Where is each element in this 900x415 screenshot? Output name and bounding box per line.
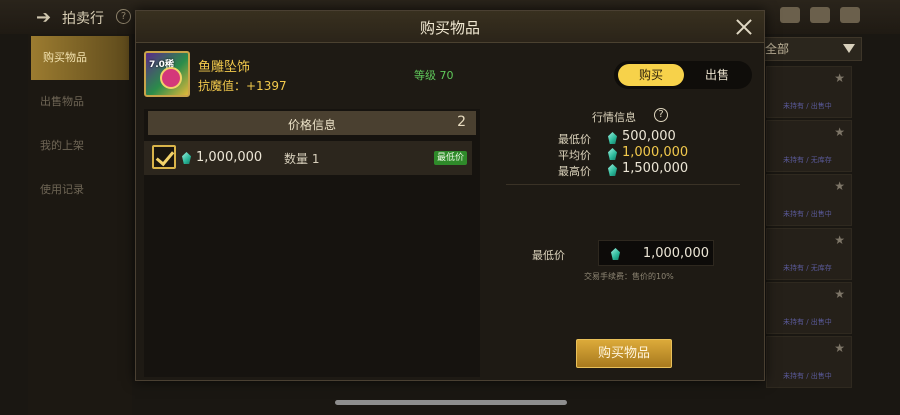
sidebar-item-buy[interactable]: 购买物品 [31,36,129,80]
market-low-value: 500,000 [622,129,676,144]
gem-currency-icon [611,248,620,260]
price-info-header: 价格信息 2 [148,111,476,135]
buy-item-button[interactable]: 购买物品 [576,339,672,368]
buy-sell-toggle: 购买 出售 [614,61,752,89]
item-icon: 7.0稀 [144,51,190,97]
dialog-title: 购买物品 [419,19,480,37]
star-icon[interactable]: ★ [834,233,845,247]
price-info-title: 价格信息 [287,118,336,132]
gem-currency-icon [608,132,617,144]
star-icon[interactable]: ★ [834,341,845,355]
help-icon[interactable]: ? [116,9,131,24]
buy-item-dialog: 购买物品 7.0稀 鱼雕坠饰 抗魔值：+1397 等级 70 购买 出售 价格信… [135,10,765,381]
market-avg-value: 1,000,000 [622,145,689,160]
item-status: 未持有 / 出售中 [783,372,832,380]
buy-tab[interactable]: 购买 [618,64,684,86]
price-info-panel: 价格信息 2 1,000,000 数量 1 最低价 [144,109,480,377]
chat-icon[interactable] [840,7,860,23]
item-status: 未持有 / 出售中 [783,102,832,110]
back-arrow-icon[interactable]: ➔ [36,7,51,28]
item-status: 未持有 / 出售中 [783,210,832,218]
listing-checkbox[interactable] [152,145,176,169]
gem-currency-icon [182,152,191,164]
sidebar-item-my-listings[interactable]: 我的上架 [28,124,132,168]
star-icon[interactable]: ★ [834,287,845,301]
min-price-input[interactable]: 1,000,000 [598,240,714,266]
list-item[interactable]: ★ 未持有 / 出售中 [766,174,852,226]
star-icon[interactable]: ★ [834,179,845,193]
listing-quantity: 数量 1 [284,152,320,166]
category-filter-dropdown[interactable]: 全部 [758,37,862,61]
pendant-icon [160,67,182,89]
item-name: 鱼雕坠饰 [198,60,251,75]
fee-note: 交易手续费：售价的10% [584,272,674,281]
market-avg-label: 平均价 [558,149,591,162]
star-icon[interactable]: ★ [834,71,845,85]
item-level: 等级 70 [414,69,454,82]
market-low-label: 最低价 [558,133,591,146]
close-icon[interactable] [734,17,754,37]
table-row[interactable]: 1,000,000 数量 1 最低价 [144,141,472,175]
market-high-value: 1,500,000 [622,161,689,176]
help-icon[interactable]: ? [654,108,668,122]
sidebar-item-sell[interactable]: 出售物品 [28,80,132,124]
background-sidebar: 购买物品 出售物品 我的上架 使用记录 [28,34,132,415]
gem-currency-icon [608,164,617,176]
market-high-label: 最高价 [558,165,591,178]
dialog-header: 购买物品 [136,11,764,43]
chevron-down-icon [843,44,855,53]
list-item[interactable]: ★ 未持有 / 无库存 [766,228,852,280]
list-item[interactable]: ★ 未持有 / 无库存 [766,120,852,172]
market-info-panel: 行情信息 ? 最低价 500,000 平均价 1,000,000 最高价 1,5… [484,108,762,377]
sidebar-item-history[interactable]: 使用记录 [28,168,132,212]
star-icon[interactable]: ★ [834,125,845,139]
item-status: 未持有 / 无库存 [783,264,832,272]
item-stat: 抗魔值：+1397 [198,79,287,93]
listing-price: 1,000,000 [196,150,263,165]
list-item[interactable]: ★ 未持有 / 出售中 [766,282,852,334]
mail-icon[interactable] [810,7,830,23]
inventory-icon[interactable] [780,7,800,23]
min-price-value: 1,000,000 [642,246,709,261]
list-item[interactable]: ★ 未持有 / 出售中 [766,66,852,118]
divider [506,184,740,185]
lowest-price-badge: 最低价 [434,151,468,165]
item-status: 未持有 / 出售中 [783,318,832,326]
gem-currency-icon [608,148,617,160]
sell-tab[interactable]: 出售 [686,64,748,86]
min-price-label: 最低价 [532,249,565,262]
category-filter-label: 全部 [765,42,790,56]
auction-house-title: 拍卖行 [62,11,104,27]
home-indicator [335,400,567,405]
list-item[interactable]: ★ 未持有 / 出售中 [766,336,852,388]
listing-count: 2 [457,114,466,130]
item-status: 未持有 / 无库存 [783,156,832,164]
market-info-title: 行情信息 [592,111,636,124]
